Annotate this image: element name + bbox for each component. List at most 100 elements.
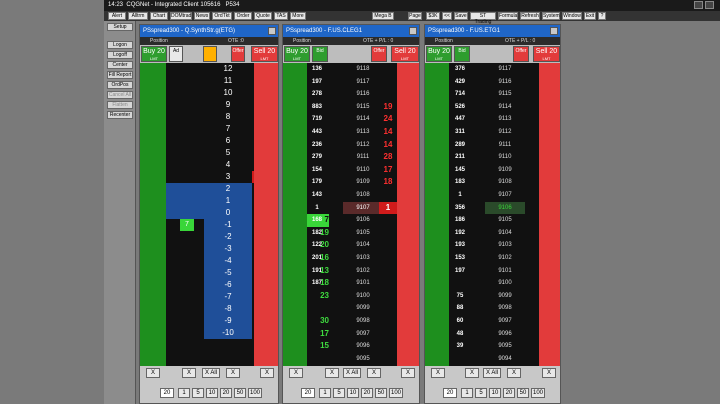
cancel-ask-inner-button[interactable]: X: [226, 368, 240, 378]
qty-5-button[interactable]: 5: [475, 388, 487, 398]
qty-10-button[interactable]: 10: [489, 388, 501, 398]
recenter-button[interactable]: Recenter: [107, 111, 133, 119]
menu-ordtkt[interactable]: OrdTkt: [212, 12, 232, 20]
qty-5-button[interactable]: 5: [333, 388, 345, 398]
bid-size-cell[interactable]: [166, 171, 204, 183]
ask-size-column[interactable]: 19 24 14 14 28 17 18 1: [379, 63, 397, 366]
menu-system[interactable]: System: [542, 12, 560, 20]
logoff-button[interactable]: Logoff: [107, 51, 133, 59]
qty-5-button[interactable]: 5: [192, 388, 204, 398]
fill-report-button[interactable]: Fill Report: [107, 71, 133, 79]
ask-size-cell[interactable]: [379, 315, 397, 328]
order-qty-input[interactable]: 20: [301, 388, 315, 398]
bid-size-cell[interactable]: [166, 291, 204, 303]
menu-formula[interactable]: Formula: [498, 12, 518, 20]
bid-size-cell[interactable]: [166, 159, 204, 171]
synthetic-icon[interactable]: [203, 46, 217, 62]
ask-size-cell[interactable]: [379, 214, 397, 227]
menu-alltrm[interactable]: Alltrm: [128, 12, 148, 20]
order-qty-input[interactable]: 20: [160, 388, 174, 398]
ask-size-cell[interactable]: [379, 328, 397, 341]
bid-size-cell[interactable]: [166, 231, 204, 243]
setup-button[interactable]: Setup: [107, 23, 133, 31]
minimize-button[interactable]: [694, 1, 703, 9]
menu-alert[interactable]: Alert: [108, 12, 126, 20]
ask-size-cell[interactable]: [379, 63, 397, 76]
close-icon[interactable]: [268, 27, 276, 35]
qty-1-button[interactable]: 1: [319, 388, 331, 398]
cancel-ask-button[interactable]: X: [401, 368, 415, 378]
cancel-bid-button[interactable]: X: [146, 368, 160, 378]
sell-button[interactable]: Sell 20 LMT: [391, 46, 419, 62]
menu-3k[interactable]: $3K: [426, 12, 440, 20]
ask-size-cell[interactable]: [379, 252, 397, 265]
menu-more[interactable]: More: [290, 12, 306, 20]
logon-button[interactable]: Logon: [107, 41, 133, 49]
flatten-button[interactable]: Flatten: [107, 101, 133, 109]
ask-size-cell[interactable]: [379, 340, 397, 353]
menu-order[interactable]: Order: [234, 12, 252, 20]
buy-button[interactable]: Buy 20 LMT: [426, 46, 452, 62]
cancel-bid-inner-button[interactable]: X: [325, 368, 339, 378]
add-button[interactable]: Ad: [169, 46, 183, 62]
close-window-button[interactable]: [705, 1, 714, 9]
close-icon[interactable]: [550, 27, 558, 35]
bid-size-cell[interactable]: [166, 87, 204, 99]
sell-button[interactable]: Sell 20 LMT: [533, 46, 560, 62]
cancel-all-button[interactable]: Cancel All: [107, 91, 133, 99]
bid-size-cell[interactable]: [166, 243, 204, 255]
bid-size-cell[interactable]: [166, 63, 204, 75]
ask-order-column[interactable]: [539, 63, 560, 366]
ask-size-cell[interactable]: [379, 353, 397, 366]
bid-size-cell[interactable]: [166, 315, 204, 327]
qty-50-button[interactable]: 50: [517, 388, 529, 398]
qty-20-button[interactable]: 20: [220, 388, 232, 398]
menu-domtrad[interactable]: DOMtrad: [170, 12, 192, 20]
bid-size-cell[interactable]: [166, 183, 204, 195]
menu-chart[interactable]: Chart: [150, 12, 168, 20]
center-button[interactable]: Center: [107, 61, 133, 69]
cancel-bid-button[interactable]: X: [431, 368, 445, 378]
cancel-ask-button[interactable]: X: [260, 368, 274, 378]
ask-size-cell[interactable]: [379, 88, 397, 101]
close-icon[interactable]: [409, 27, 417, 35]
ask-size-cell[interactable]: 24: [379, 113, 397, 126]
bid-order-column[interactable]: [425, 63, 449, 366]
bid-size-cell[interactable]: [166, 195, 204, 207]
bid-size-cell[interactable]: [166, 303, 204, 315]
ask-size-cell[interactable]: 28: [379, 151, 397, 164]
sell-button[interactable]: Sell 20 LMT: [251, 46, 278, 62]
qty-100-button[interactable]: 100: [531, 388, 545, 398]
cancel-ask-inner-button[interactable]: X: [507, 368, 521, 378]
cancel-bid-inner-button[interactable]: X: [182, 368, 196, 378]
ask-size-cell[interactable]: [379, 265, 397, 278]
bid-size-cell[interactable]: [166, 267, 204, 279]
bid-size-cell[interactable]: [166, 255, 204, 267]
menu-help[interactable]: ?: [598, 12, 606, 20]
menu-page[interactable]: Page: [408, 12, 422, 20]
cancel-all-orders-button[interactable]: X All: [343, 368, 361, 378]
qty-50-button[interactable]: 50: [234, 388, 246, 398]
menu-refresh[interactable]: Refresh: [520, 12, 540, 20]
bid-order-column[interactable]: [283, 63, 307, 366]
bid-size-cell[interactable]: [166, 207, 204, 219]
ask-size-cell[interactable]: [379, 76, 397, 89]
qty-1-button[interactable]: 1: [461, 388, 473, 398]
qty-100-button[interactable]: 100: [389, 388, 403, 398]
menu-mega-b[interactable]: Mega B: [372, 12, 394, 20]
ask-size-cell[interactable]: 14: [379, 126, 397, 139]
menu-window[interactable]: Window: [562, 12, 582, 20]
qty-20-button[interactable]: 20: [503, 388, 515, 398]
bid-size-cell[interactable]: [166, 327, 204, 339]
buy-button[interactable]: Buy 20 LMT: [284, 46, 310, 62]
bid-size-cell[interactable]: [166, 75, 204, 87]
offer-button[interactable]: Offer: [231, 46, 245, 62]
ask-size-cell[interactable]: [379, 277, 397, 290]
cancel-all-orders-button[interactable]: X All: [483, 368, 501, 378]
buy-button[interactable]: Buy 20 LMT: [141, 46, 167, 62]
menu-quote[interactable]: Quote: [254, 12, 272, 20]
qty-100-button[interactable]: 100: [248, 388, 262, 398]
qty-50-button[interactable]: 50: [375, 388, 387, 398]
ask-size-cell[interactable]: [379, 189, 397, 202]
qty-10-button[interactable]: 10: [347, 388, 359, 398]
